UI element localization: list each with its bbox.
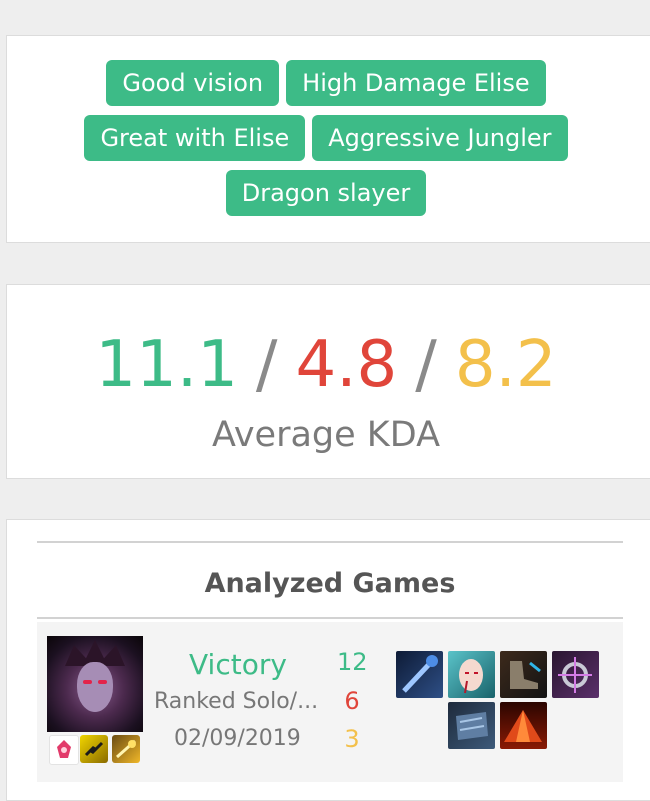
kda-assists: 8.2 [454, 328, 557, 402]
tags-card: Good vision High Damage Elise Great with… [6, 35, 650, 243]
game-row[interactable]: Victory Ranked Solo/... 02/09/2019 12 6 … [37, 622, 623, 782]
kda-line: 11.1/4.8/8.2 [7, 325, 645, 405]
red-tent-item-icon[interactable] [500, 702, 547, 749]
rune-icon [49, 735, 79, 765]
elise-ward-icon[interactable] [448, 651, 495, 698]
kda-separator: / [255, 328, 278, 402]
tag-row-1: Good vision High Damage Elise [7, 60, 645, 106]
hextech-item-icon[interactable] [552, 651, 599, 698]
tag-dragon-slayer[interactable]: Dragon slayer [225, 170, 427, 216]
tag-row-2: Great with Elise Aggressive Jungler [7, 115, 645, 161]
kda-deaths: 4.8 [295, 328, 398, 402]
tag-row-3: Dragon slayer [7, 170, 645, 216]
tag-high-damage-elise[interactable]: High Damage Elise [286, 60, 546, 106]
kda-kills: 11.1 [95, 328, 238, 402]
kda-separator: / [415, 328, 437, 402]
kda-label: Average KDA [211, 415, 441, 455]
staff-item-icon[interactable] [396, 651, 443, 698]
analyzed-games-title: Analyzed Games [204, 568, 456, 599]
analyzed-games-card: Analyzed Games Victory Ranked Solo/... 0… [6, 519, 650, 801]
game-result: Victory [189, 648, 287, 681]
elise-champion-icon[interactable] [47, 636, 143, 732]
flash-spell-icon [80, 735, 108, 763]
kda-card: 11.1/4.8/8.2 Average KDA [6, 284, 650, 479]
tag-great-with-elise[interactable]: Great with Elise [84, 115, 306, 161]
divider [37, 541, 623, 543]
game-date: 02/09/2019 [174, 726, 301, 751]
tag-good-vision[interactable]: Good vision [106, 60, 280, 106]
game-deaths: 6 [344, 687, 360, 715]
smite-spell-icon [112, 735, 140, 763]
game-assists: 3 [344, 725, 360, 753]
boots-item-icon[interactable] [500, 651, 547, 698]
game-kills: 12 [337, 648, 368, 676]
tag-aggressive-jungler[interactable]: Aggressive Jungler [312, 115, 568, 161]
armor-item-icon[interactable] [448, 702, 495, 749]
divider [37, 617, 623, 619]
game-queue: Ranked Solo/... [154, 689, 319, 714]
